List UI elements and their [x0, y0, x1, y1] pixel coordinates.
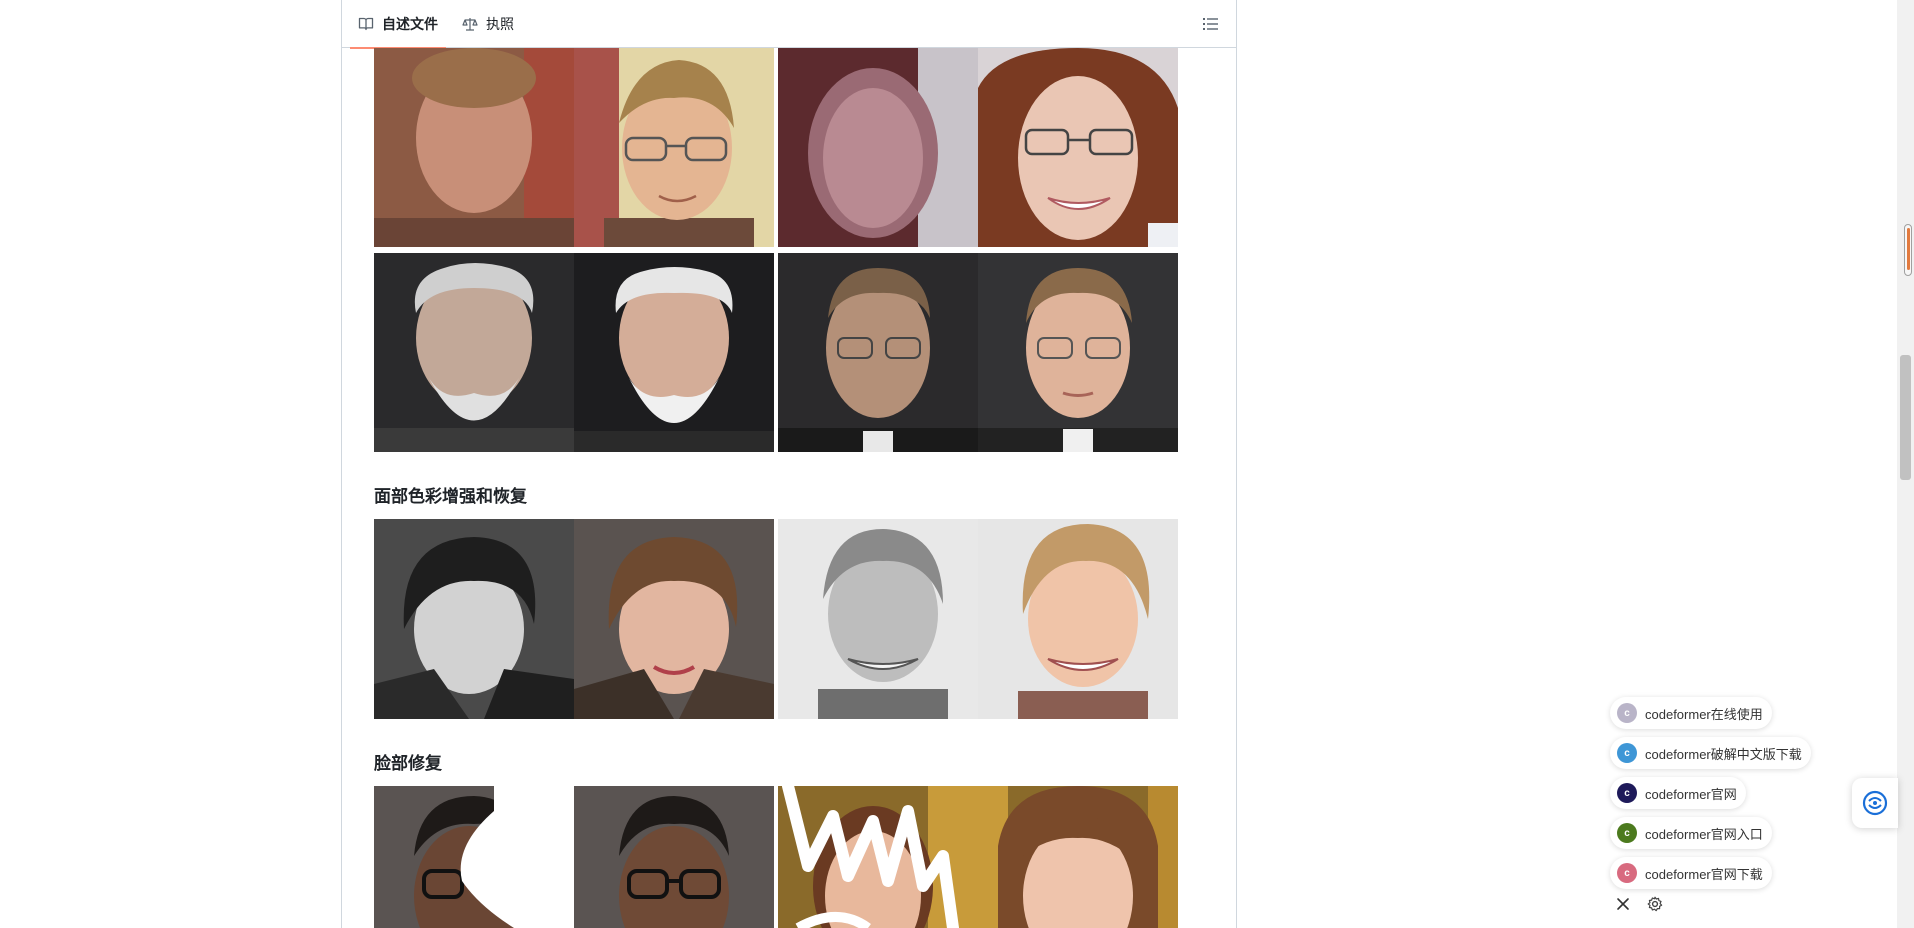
- suggestion-chip-3[interactable]: c codeformer官网: [1610, 777, 1746, 809]
- assistant-icon: [1862, 790, 1888, 816]
- list-icon: [1203, 18, 1218, 30]
- suggestion-chip-5[interactable]: c codeformer官网下载: [1610, 857, 1772, 889]
- face-image-blurry-woman: [778, 48, 978, 247]
- face-image-old-man-noisy: [374, 253, 574, 452]
- tab-license[interactable]: 执照: [462, 0, 514, 48]
- suggestion-label: codeformer官网下载: [1645, 866, 1763, 882]
- face-image-boy-bw: [778, 519, 978, 719]
- face-image-woman-inpainted: [978, 786, 1178, 928]
- suggestion-avatar: c: [1617, 743, 1637, 763]
- suggestion-label: codeformer官网: [1645, 786, 1737, 802]
- suggestion-label: codeformer官网入口: [1645, 826, 1763, 842]
- face-image-boy-colorized: [978, 519, 1178, 719]
- face-image-restored-woman: [978, 48, 1178, 247]
- face-image-man-glasses-noisy: [778, 253, 978, 452]
- suggestion-avatar: c: [1617, 703, 1637, 723]
- face-image-man-glasses-restored: [978, 253, 1178, 452]
- tab-license-label: 执照: [486, 16, 514, 32]
- suggestion-avatar: c: [1617, 823, 1637, 843]
- suggestion-chip-2[interactable]: c codeformer破解中文版下载: [1610, 737, 1811, 769]
- close-icon: [1617, 898, 1629, 910]
- suggestions-settings-button[interactable]: [1646, 895, 1664, 913]
- page-scrollbar[interactable]: [1897, 0, 1914, 928]
- gear-icon: [1647, 896, 1663, 912]
- suggestion-label: codeformer在线使用: [1645, 706, 1763, 722]
- page-scrollbar-thumb[interactable]: [1900, 355, 1911, 480]
- book-icon: [358, 17, 374, 31]
- face-image-child-colorized: [574, 519, 774, 719]
- face-image-child-bw: [374, 519, 574, 719]
- suggestion-avatar: c: [1617, 783, 1637, 803]
- minimap-scroll-thumb: [1907, 228, 1910, 270]
- tab-readme-label: 自述文件: [382, 16, 438, 32]
- suggestions-close-button[interactable]: [1614, 895, 1632, 913]
- face-image-man-inpainted: [574, 786, 774, 928]
- scale-icon: [462, 18, 478, 31]
- suggestion-avatar: c: [1617, 863, 1637, 883]
- minimap-scroll-indicator[interactable]: [1904, 224, 1912, 276]
- readme-tab-bar: 自述文件 执照: [342, 0, 1236, 49]
- section-title-color-enhancement: 面部色彩增强和恢复: [374, 487, 527, 506]
- suggestion-chip-4[interactable]: c codeformer官网入口: [1610, 817, 1772, 849]
- face-image-restored-young-man: [574, 48, 774, 247]
- face-image-man-masked: [374, 786, 574, 928]
- section-title-face-inpainting: 脸部修复: [374, 754, 442, 773]
- face-image-blurry-young-man: [374, 48, 574, 247]
- assistant-button[interactable]: [1852, 778, 1898, 828]
- suggestion-label: codeformer破解中文版下载: [1645, 746, 1802, 762]
- suggestion-chip-1[interactable]: c codeformer在线使用: [1610, 697, 1772, 729]
- outline-button[interactable]: [1200, 14, 1220, 34]
- face-image-woman-scribbled: [778, 786, 978, 928]
- readme-panel: 自述文件 执照 面部色彩增强和恢复 脸部修复: [341, 0, 1237, 928]
- tab-readme[interactable]: 自述文件: [350, 0, 446, 49]
- face-image-old-man-restored: [574, 253, 774, 452]
